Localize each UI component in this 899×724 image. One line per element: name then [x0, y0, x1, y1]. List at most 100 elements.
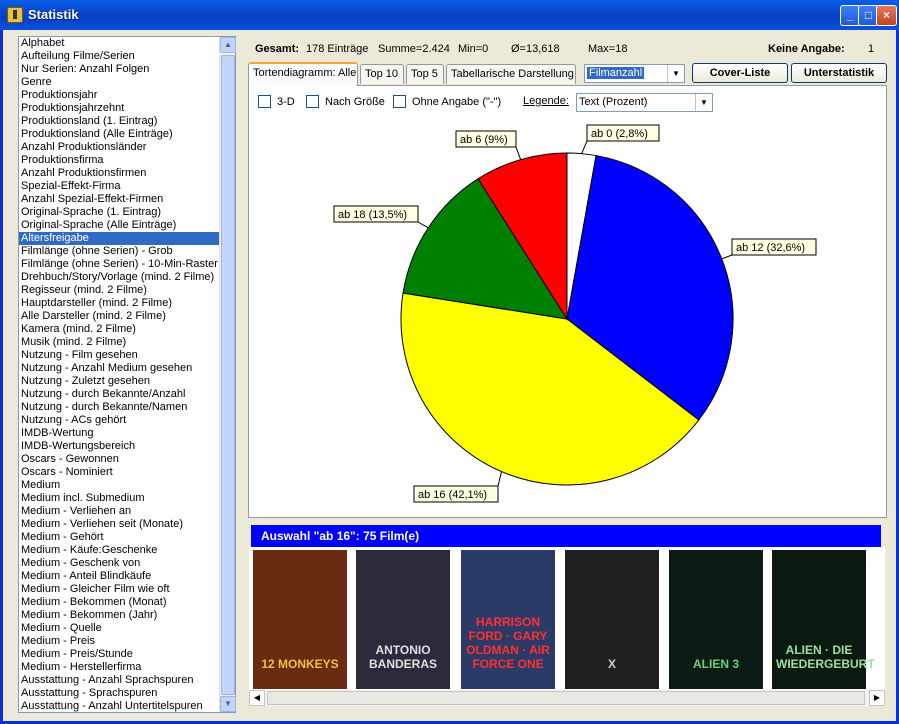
- list-item[interactable]: Produktionsjahrzehnt: [19, 102, 220, 115]
- pie-label: ab 6 (9%): [460, 134, 508, 146]
- list-item[interactable]: Medium - Geschenk von: [19, 557, 220, 570]
- statistics-category-list[interactable]: Alphabet Aufteilung Filme/Serien Nur Serie…: [18, 36, 236, 713]
- min-value: Min=0: [458, 43, 489, 55]
- scroll-up-arrow-icon[interactable]: ▲: [220, 37, 236, 53]
- cover-list-button[interactable]: Cover-Liste: [692, 63, 788, 83]
- list-item[interactable]: Anzahl Spezial-Effekt-Firmen: [19, 193, 220, 206]
- cover-scroll-thumb[interactable]: [267, 691, 865, 705]
- list-item[interactable]: Produktionsfirma: [19, 154, 220, 167]
- list-item[interactable]: Nur Serien: Anzahl Folgen: [19, 63, 220, 76]
- list-item[interactable]: Oscars - Gewonnen: [19, 453, 220, 466]
- list-item[interactable]: Produktionsland (1. Eintrag): [19, 115, 220, 128]
- list-item[interactable]: Anzahl Produktionsfirmen: [19, 167, 220, 180]
- list-item[interactable]: Medium - Gleicher Film wie oft: [19, 583, 220, 596]
- movie-cover[interactable]: X: [565, 550, 659, 689]
- list-item[interactable]: Medium - Verliehen seit (Monate): [19, 518, 220, 531]
- scroll-down-arrow-icon[interactable]: ▼: [220, 696, 236, 712]
- value-type-select[interactable]: Filmanzahl ▼: [584, 64, 685, 83]
- scroll-right-arrow-icon[interactable]: ▶: [869, 690, 885, 706]
- list-item[interactable]: Kamera (mind. 2 Filme): [19, 323, 220, 336]
- cover-scrollbar[interactable]: ◀ ▶: [249, 690, 885, 706]
- list-item[interactable]: Medium - Bekommen (Jahr): [19, 609, 220, 622]
- list-item[interactable]: Aufteilung Filme/Serien: [19, 50, 220, 63]
- list-item[interactable]: Nutzung - Film gesehen: [19, 349, 220, 362]
- list-item[interactable]: Drehbuch/Story/Vorlage (mind. 2 Filme): [19, 271, 220, 284]
- list-item[interactable]: Ausstattung - Sprachspuren: [19, 687, 220, 700]
- pie-leader-line: [721, 254, 733, 260]
- pie-label: ab 12 (32,6%): [736, 242, 805, 254]
- avg-value: Ø=13,618: [511, 43, 560, 55]
- list-item[interactable]: Medium - Käufe:Geschenke: [19, 544, 220, 557]
- checkbox-without-entry[interactable]: [393, 95, 406, 108]
- list-item[interactable]: Nutzung - durch Bekannte/Namen: [19, 401, 220, 414]
- list-item[interactable]: Nutzung - ACs gehört: [19, 414, 220, 427]
- list-item[interactable]: Filmlänge (ohne Serien) - Grob: [19, 245, 220, 258]
- list-item[interactable]: Alphabet: [19, 37, 220, 50]
- list-item[interactable]: Ausstattung - Anzahl Sprachspuren: [19, 674, 220, 687]
- list-item[interactable]: Produktionsland (Alle Einträge): [19, 128, 220, 141]
- list-item[interactable]: Hauptdarsteller (mind. 2 Filme): [19, 297, 220, 310]
- checkbox-3d[interactable]: [258, 95, 271, 108]
- list-item[interactable]: Ausstattung - Anzahl Untertitelspuren: [19, 700, 220, 712]
- list-item[interactable]: Medium - Verliehen an: [19, 505, 220, 518]
- list-item[interactable]: Produktionsjahr: [19, 89, 220, 102]
- movie-cover[interactable]: HARRISON FORD · GARY OLDMAN · AIR FORCE …: [461, 550, 555, 689]
- chevron-down-icon[interactable]: ▼: [667, 65, 684, 82]
- tab-pie-all[interactable]: Tortendiagramm: Alle: [248, 62, 358, 86]
- title-bar[interactable]: Statistik _ □ ×: [0, 0, 899, 30]
- tab-table[interactable]: Tabellarische Darstellung: [446, 64, 576, 84]
- sub-statistics-button[interactable]: Unterstatistik: [791, 63, 887, 83]
- list-item[interactable]: IMDB-Wertungsbereich: [19, 440, 220, 453]
- list-item[interactable]: Spezial-Effekt-Firma: [19, 180, 220, 193]
- option-3d-label: 3-D: [277, 96, 295, 108]
- pie-label: ab 16 (42,1%): [418, 489, 487, 501]
- option-by-size[interactable]: Nach Größe: [306, 95, 385, 108]
- list-item[interactable]: Nutzung - Anzahl Medium gesehen: [19, 362, 220, 375]
- window-title: Statistik: [28, 7, 79, 22]
- list-item[interactable]: Oscars - Nominiert: [19, 466, 220, 479]
- list-item[interactable]: Nutzung - durch Bekannte/Anzahl: [19, 388, 220, 401]
- list-item[interactable]: Medium incl. Submedium: [19, 492, 220, 505]
- list-item[interactable]: Medium - Anteil Blindkäufe: [19, 570, 220, 583]
- legend-select[interactable]: Text (Prozent) ▼: [576, 93, 713, 112]
- list-item[interactable]: Anzahl Produktionsländer: [19, 141, 220, 154]
- chevron-down-icon[interactable]: ▼: [695, 94, 712, 111]
- list-item[interactable]: Medium: [19, 479, 220, 492]
- list-item[interactable]: Medium - Preis/Stunde: [19, 648, 220, 661]
- legend-selected: Text (Prozent): [579, 96, 648, 108]
- list-item[interactable]: Musik (mind. 2 Filme): [19, 336, 220, 349]
- option-3d[interactable]: 3-D: [258, 95, 295, 108]
- list-scrollbar[interactable]: ▲ ▼: [219, 37, 236, 712]
- list-item[interactable]: Medium - Gehört: [19, 531, 220, 544]
- cover-title: ALIEN 3: [692, 657, 739, 671]
- scroll-thumb[interactable]: [221, 55, 235, 695]
- list-item[interactable]: Original-Sprache (Alle Einträge): [19, 219, 220, 232]
- movie-cover[interactable]: ALIEN · DIE WIEDERGEBURT: [772, 550, 875, 689]
- list-item[interactable]: IMDB-Wertung: [19, 427, 220, 440]
- no-entry-label: Keine Angabe:: [768, 43, 845, 55]
- total-label: Gesamt:: [255, 43, 300, 55]
- list-item[interactable]: Medium - Bekommen (Monat): [19, 596, 220, 609]
- legend-label: Legende:: [523, 95, 569, 107]
- list-item[interactable]: Medium - Preis: [19, 635, 220, 648]
- tab-top-5[interactable]: Top 5: [406, 64, 444, 84]
- movie-cover[interactable]: ANTONIO BANDERAS: [356, 550, 450, 689]
- movie-cover[interactable]: ALIEN 3: [669, 550, 763, 689]
- list-item[interactable]: Medium - Quelle: [19, 622, 220, 635]
- checkbox-by-size[interactable]: [306, 95, 319, 108]
- list-item[interactable]: Alle Darsteller (mind. 2 Filme): [19, 310, 220, 323]
- movie-cover[interactable]: 12 MONKEYS: [253, 550, 347, 689]
- tab-top-10[interactable]: Top 10: [360, 64, 404, 84]
- list-item[interactable]: Medium - Herstellerfirma: [19, 661, 220, 674]
- scroll-left-arrow-icon[interactable]: ◀: [249, 690, 265, 706]
- list-item[interactable]: Filmlänge (ohne Serien) - 10-Min-Raster: [19, 258, 220, 271]
- list-item[interactable]: Regisseur (mind. 2 Filme): [19, 284, 220, 297]
- pie-chart: ab 0 (2,8%) ab 12 (32,6%) ab 16 (42,1%) ab …: [333, 124, 817, 503]
- list-item[interactable]: Genre: [19, 76, 220, 89]
- close-button[interactable]: ×: [876, 5, 897, 26]
- list-item[interactable]: Nutzung - Zuletzt gesehen: [19, 375, 220, 388]
- option-without-entry[interactable]: Ohne Angabe ("-"): [393, 95, 501, 108]
- list-item[interactable]: Original-Sprache (1. Eintrag): [19, 206, 220, 219]
- list-item[interactable]: Altersfreigabe: [19, 232, 220, 245]
- pie-label: ab 0 (2,8%): [591, 128, 648, 140]
